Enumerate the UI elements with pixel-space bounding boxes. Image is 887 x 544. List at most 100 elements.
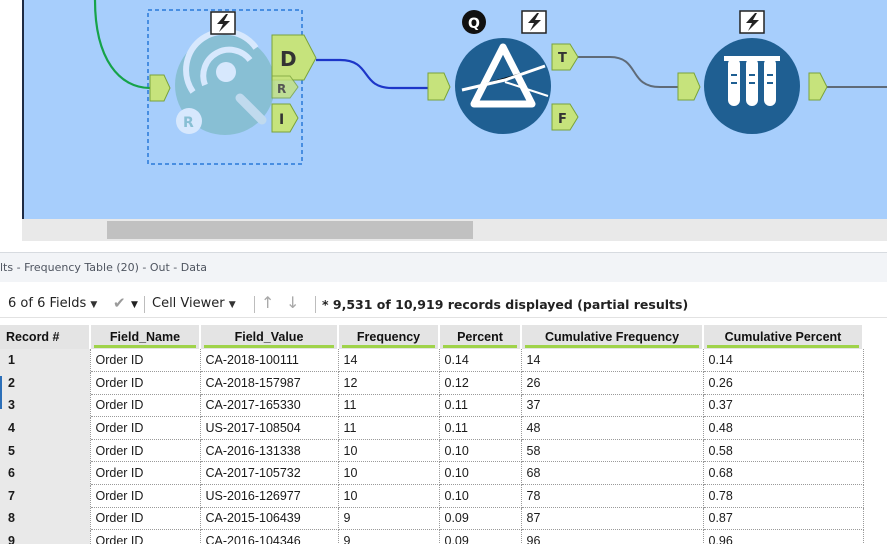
chevron-down-icon[interactable]: ▼ (131, 300, 138, 310)
table-cell[interactable]: 14 (338, 349, 440, 373)
table-cell[interactable]: 68 (521, 461, 704, 486)
cell-viewer-dropdown[interactable]: Cell Viewer ▼ (152, 296, 236, 311)
table-cell[interactable]: 87 (521, 507, 704, 531)
table-cell[interactable]: 0.11 (439, 394, 522, 418)
record-number-cell[interactable]: 6 (0, 461, 90, 486)
r-tool-output-i[interactable]: I (271, 103, 299, 133)
table-cell[interactable]: CA-2017-105732 (200, 461, 339, 486)
table-cell[interactable]: Order ID (89, 394, 201, 418)
table-cell[interactable]: 0.09 (439, 529, 522, 544)
filter-prism-icon[interactable] (455, 38, 551, 134)
table-cell[interactable]: Order ID (89, 416, 201, 440)
table-cell[interactable]: 0.26 (703, 371, 864, 395)
r-tool-input-anchor[interactable] (149, 74, 171, 102)
record-number-cell[interactable]: 4 (0, 416, 90, 440)
table-cell[interactable]: 14 (521, 349, 704, 373)
column-header[interactable]: Cumulative Percent (703, 325, 864, 349)
table-row[interactable]: 8 Order ID CA-2015-106439 9 0.09 87 0.87 (0, 507, 864, 531)
table-cell[interactable]: 0.10 (439, 484, 522, 508)
table-cell[interactable]: Order ID (89, 507, 201, 531)
table-cell[interactable]: 0.14 (703, 349, 864, 373)
column-header[interactable]: Frequency (338, 325, 440, 349)
table-row[interactable]: 9 Order ID CA-2016-104346 9 0.09 96 0.96 (0, 529, 864, 544)
table-cell[interactable]: 10 (338, 484, 440, 508)
table-cell[interactable]: 0.37 (703, 394, 864, 418)
workflow-canvas[interactable]: R D R I Q T F (0, 0, 887, 243)
table-row[interactable]: 1 Order ID CA-2018-100111 14 0.14 14 0.14 (0, 349, 864, 373)
table-cell[interactable]: 10 (338, 439, 440, 463)
r-frequency-tool-icon[interactable]: R (175, 28, 275, 135)
filter-output-true[interactable]: T (551, 43, 579, 71)
table-cell[interactable]: 0.09 (439, 507, 522, 531)
arrow-down-icon[interactable]: ↓ (286, 293, 299, 312)
results-grid[interactable]: Record # Field_Name Field_Value Frequency Pe… (0, 325, 887, 544)
table-cell[interactable]: 0.96 (703, 529, 864, 544)
table-cell[interactable]: Order ID (89, 461, 201, 486)
table-cell[interactable]: CA-2016-131338 (200, 439, 339, 463)
column-header[interactable]: Cumulative Frequency (521, 325, 704, 349)
fields-dropdown[interactable]: 6 of 6 Fields ▼ (8, 296, 97, 311)
table-cell[interactable]: 37 (521, 394, 704, 418)
table-cell[interactable]: Order ID (89, 371, 201, 395)
record-number-cell[interactable]: 5 (0, 439, 90, 463)
r-tool-output-d[interactable]: D (271, 34, 317, 81)
browse-tool-output-anchor[interactable] (808, 72, 828, 101)
arrow-up-icon[interactable]: ↑ (261, 293, 274, 312)
table-row[interactable]: 5 Order ID CA-2016-131338 10 0.10 58 0.58 (0, 439, 864, 463)
record-number-cell[interactable]: 3 (0, 394, 90, 418)
table-cell[interactable]: Order ID (89, 439, 201, 463)
table-row[interactable]: 6 Order ID CA-2017-105732 10 0.10 68 0.68 (0, 461, 864, 486)
record-number-cell[interactable]: 1 (0, 349, 90, 373)
horizontal-scrollbar-thumb[interactable] (107, 221, 473, 239)
filter-tool-input-anchor[interactable] (427, 72, 451, 101)
table-cell[interactable]: Order ID (89, 484, 201, 508)
test-tubes-icon[interactable] (704, 38, 800, 134)
table-cell[interactable]: 10 (338, 461, 440, 486)
column-header[interactable]: Field_Value (200, 325, 339, 349)
workflow-diagram[interactable]: R D R I Q T F (0, 0, 887, 219)
table-cell[interactable]: 0.78 (703, 484, 864, 508)
table-row[interactable]: 3 Order ID CA-2017-165330 11 0.11 37 0.37 (0, 394, 864, 418)
table-cell[interactable]: US-2017-108504 (200, 416, 339, 440)
table-cell[interactable]: 0.58 (703, 439, 864, 463)
connection-gray-1[interactable] (578, 56, 678, 88)
table-cell[interactable]: 78 (521, 484, 704, 508)
table-cell[interactable]: 11 (338, 394, 440, 418)
table-cell[interactable]: 0.10 (439, 439, 522, 463)
table-cell[interactable]: Order ID (89, 529, 201, 544)
table-row[interactable]: 2 Order ID CA-2018-157987 12 0.12 26 0.26 (0, 371, 864, 395)
connection-green[interactable] (93, 0, 151, 90)
table-cell[interactable]: CA-2017-165330 (200, 394, 339, 418)
record-number-cell[interactable]: 9 (0, 529, 90, 544)
table-cell[interactable]: CA-2016-104346 (200, 529, 339, 544)
table-cell[interactable]: 0.14 (439, 349, 522, 373)
table-cell[interactable]: 0.48 (703, 416, 864, 440)
table-cell[interactable]: 9 (338, 529, 440, 544)
table-cell[interactable]: CA-2015-106439 (200, 507, 339, 531)
table-cell[interactable]: Order ID (89, 349, 201, 373)
column-header[interactable]: Field_Name (90, 325, 201, 349)
table-cell[interactable]: CA-2018-100111 (200, 349, 339, 373)
column-header[interactable]: Record # (0, 325, 91, 349)
connection-blue[interactable] (316, 58, 430, 90)
table-cell[interactable]: 48 (521, 416, 704, 440)
table-cell[interactable]: 11 (338, 416, 440, 440)
table-cell[interactable]: 96 (521, 529, 704, 544)
table-cell[interactable]: 0.68 (703, 461, 864, 486)
table-cell[interactable]: CA-2018-157987 (200, 371, 339, 395)
table-cell[interactable]: US-2016-126977 (200, 484, 339, 508)
table-cell[interactable]: 9 (338, 507, 440, 531)
record-number-cell[interactable]: 2 (0, 371, 90, 395)
table-cell[interactable]: 0.11 (439, 416, 522, 440)
table-cell[interactable]: 58 (521, 439, 704, 463)
table-cell[interactable]: 0.12 (439, 371, 522, 395)
record-number-cell[interactable]: 7 (0, 484, 90, 508)
filter-output-false[interactable]: F (551, 103, 579, 131)
table-cell[interactable]: 26 (521, 371, 704, 395)
table-cell[interactable]: 0.10 (439, 461, 522, 486)
column-header[interactable]: Percent (439, 325, 522, 349)
table-row[interactable]: 4 Order ID US-2017-108504 11 0.11 48 0.48 (0, 416, 864, 440)
record-number-cell[interactable]: 8 (0, 507, 90, 531)
checkmark-icon[interactable]: ✔ (113, 294, 126, 312)
table-row[interactable]: 7 Order ID US-2016-126977 10 0.10 78 0.78 (0, 484, 864, 508)
